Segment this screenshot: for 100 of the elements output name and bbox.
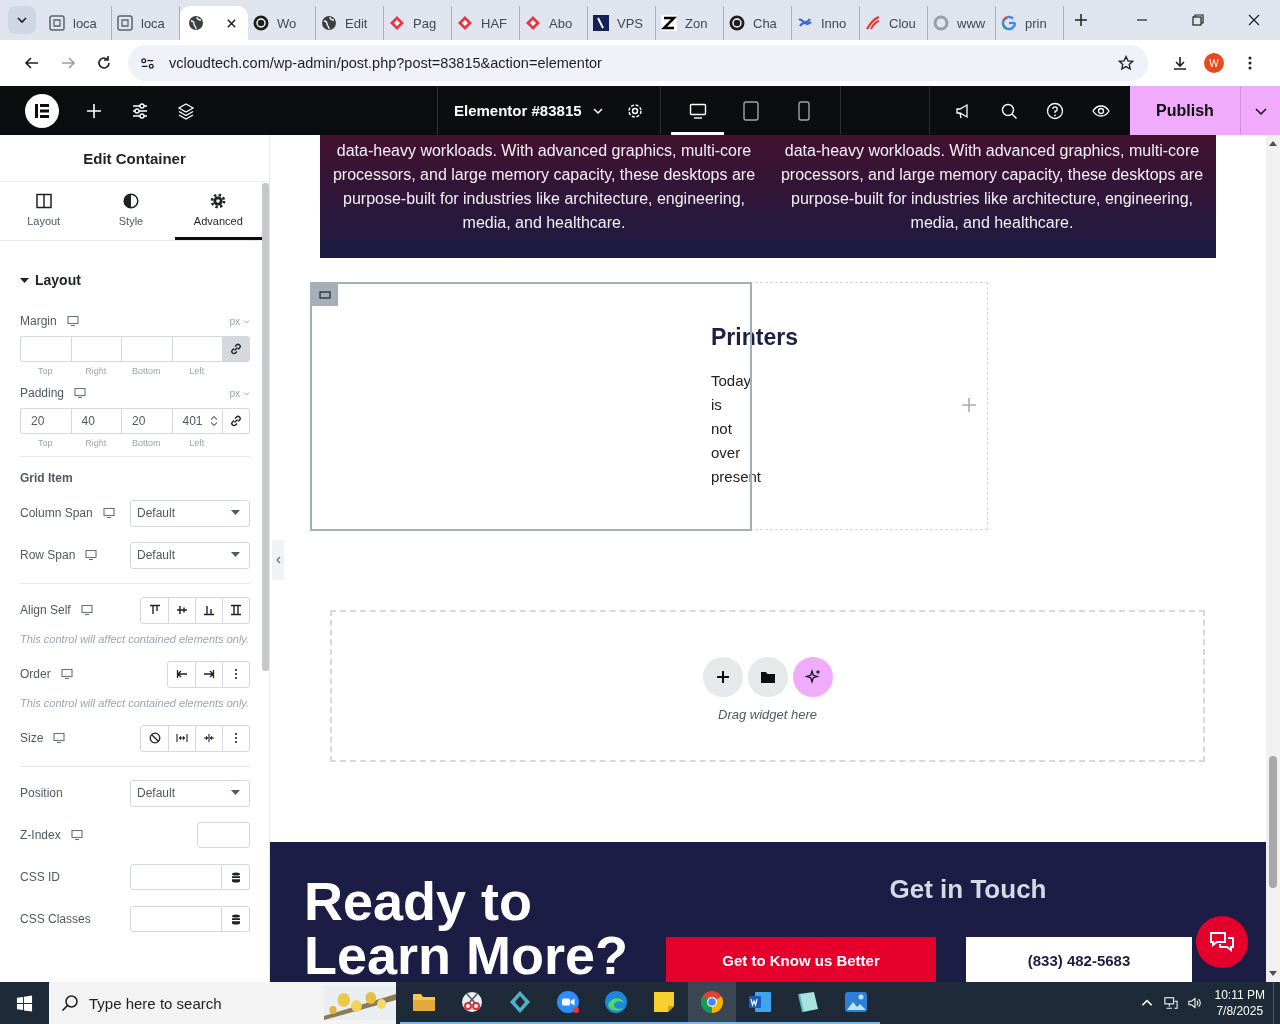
field-caption: Bottom	[132, 366, 161, 376]
drop-zone[interactable]: Drag widget here	[330, 610, 1205, 762]
control-label: Align Self	[20, 603, 71, 617]
database-icon	[230, 913, 241, 925]
dimension-field[interactable]	[20, 336, 71, 362]
tab-title: prin	[1025, 15, 1047, 31]
search-icon	[61, 994, 79, 1012]
dimension-field[interactable]	[121, 336, 172, 362]
align-top-icon	[148, 604, 161, 616]
link-values-button[interactable]	[222, 336, 250, 362]
dimension-field[interactable]: 20	[121, 408, 172, 434]
monitor-icon[interactable]	[85, 549, 98, 561]
scroll-up-icon[interactable]	[1269, 140, 1277, 146]
reload-icon[interactable]	[96, 55, 112, 71]
monitor-icon[interactable]	[53, 732, 66, 744]
dimension-field[interactable]: 401	[171, 408, 222, 434]
control-label: Margin	[20, 314, 57, 328]
select-field[interactable]: Default	[130, 779, 250, 807]
sliders-icon[interactable]	[131, 101, 149, 120]
control-label: CSS Classes	[20, 912, 91, 926]
clock-date[interactable]: 7/8/2025	[1216, 1003, 1264, 1019]
ring-icon	[933, 15, 949, 31]
tab-title: HAF	[481, 15, 507, 31]
database-icon	[230, 871, 241, 883]
sticky-note-icon	[653, 991, 675, 1013]
control-label: Size	[20, 731, 44, 745]
text-field[interactable]	[130, 864, 222, 890]
restore-icon[interactable]	[1192, 14, 1204, 26]
publish-button[interactable]: Publish	[1130, 86, 1240, 135]
scroll-down-icon[interactable]	[1269, 971, 1277, 977]
back-icon[interactable]	[24, 55, 40, 71]
help-note: This control will affect contained elements only.	[20, 632, 250, 646]
link-values-button[interactable]	[222, 408, 250, 434]
chrome-icon	[700, 990, 724, 1014]
clock-time[interactable]: 10:11 PM	[1214, 987, 1265, 1003]
search-icon[interactable]	[1000, 101, 1018, 120]
new-tab-icon[interactable]	[1074, 13, 1088, 27]
address-field[interactable]: vcloudtech.com/wp-admin/post.php?post=83815&action=elementor	[128, 45, 1148, 81]
container-handle[interactable]	[312, 284, 338, 306]
monitor-icon[interactable]	[70, 829, 83, 841]
close-icon[interactable]	[1248, 14, 1260, 26]
scrollbar-thumb[interactable]	[1269, 756, 1277, 888]
document-title-menu[interactable]: Elementor #83815	[454, 102, 604, 119]
number-field[interactable]	[197, 822, 250, 848]
spinner-arrows-icon[interactable]	[210, 415, 218, 427]
prohibited-icon	[148, 732, 161, 744]
text-field[interactable]	[130, 906, 222, 932]
select-field[interactable]: Default	[130, 499, 250, 527]
control-label: Row Span	[20, 548, 76, 562]
help-icon[interactable]	[1046, 101, 1064, 120]
panel-title: Edit Container	[0, 135, 269, 182]
select-field[interactable]: Default	[130, 541, 250, 569]
monitor-icon[interactable]	[74, 387, 87, 399]
tab-title: Zon	[685, 15, 708, 31]
chevron-left-icon	[275, 556, 281, 564]
dimension-field[interactable]	[70, 336, 121, 362]
tab-title: Wo	[277, 15, 297, 31]
monitor-icon[interactable]	[66, 315, 79, 327]
profile-avatar[interactable]: W	[1204, 53, 1224, 73]
browser-tab[interactable]	[180, 6, 248, 40]
ai-button[interactable]	[792, 656, 833, 697]
section-toggle[interactable]: Layout	[20, 272, 81, 288]
elementor-logo-icon[interactable]	[25, 93, 59, 128]
panel-tab[interactable]: Style	[87, 182, 175, 240]
gear-icon	[210, 192, 227, 209]
knot-icon	[253, 15, 269, 31]
field-caption: Top	[38, 438, 53, 448]
section-heading: Printers	[711, 323, 799, 351]
forward-icon[interactable]	[60, 55, 76, 71]
monitor-icon[interactable]	[80, 604, 93, 616]
dynamic-tags-button[interactable]	[222, 906, 250, 932]
panel-tab[interactable]: Layout	[0, 182, 88, 240]
tab-search-button[interactable]	[8, 6, 36, 34]
about-button[interactable]: Get to Know us Better	[666, 937, 936, 982]
download-icon[interactable]	[1172, 55, 1188, 71]
intro-paragraph: data-heavy workloads. With advanced graphics, multi-core processors, and large memory capacity, these desktops are purpose-built for industries like architecture, engineering, media, and healthcare.	[780, 141, 1204, 233]
help-note: This control will affect contained elements only.	[20, 696, 250, 710]
taskbar-search-field[interactable]: Type here to search	[49, 982, 396, 1024]
dynamic-tags-button[interactable]	[222, 864, 250, 890]
dimension-field[interactable]: 40	[70, 408, 121, 434]
video-call-icon	[556, 990, 580, 1014]
speaker-icon[interactable]	[1187, 996, 1202, 1010]
monitor-icon	[688, 101, 707, 120]
diamond-icon	[457, 15, 473, 31]
chevron-down-icon	[243, 317, 250, 325]
monitor-icon[interactable]	[60, 668, 73, 680]
phone-button[interactable]: (833) 482-5683	[966, 937, 1192, 982]
close-icon[interactable]	[226, 17, 237, 29]
arrow-to-end-icon	[203, 668, 215, 680]
network-icon[interactable]	[1163, 996, 1178, 1010]
scrollbar-thumb[interactable]	[262, 183, 269, 671]
star-icon[interactable]	[1118, 55, 1134, 71]
site-settings-icon[interactable]	[140, 55, 155, 71]
monitor-icon[interactable]	[102, 507, 115, 519]
phone-icon	[796, 100, 811, 121]
layers-icon[interactable]	[177, 101, 195, 120]
browser-wave-icon	[604, 990, 628, 1014]
windows-start-icon[interactable]	[16, 994, 33, 1012]
more-icon	[234, 732, 238, 744]
dimension-field[interactable]: 20	[20, 408, 71, 434]
